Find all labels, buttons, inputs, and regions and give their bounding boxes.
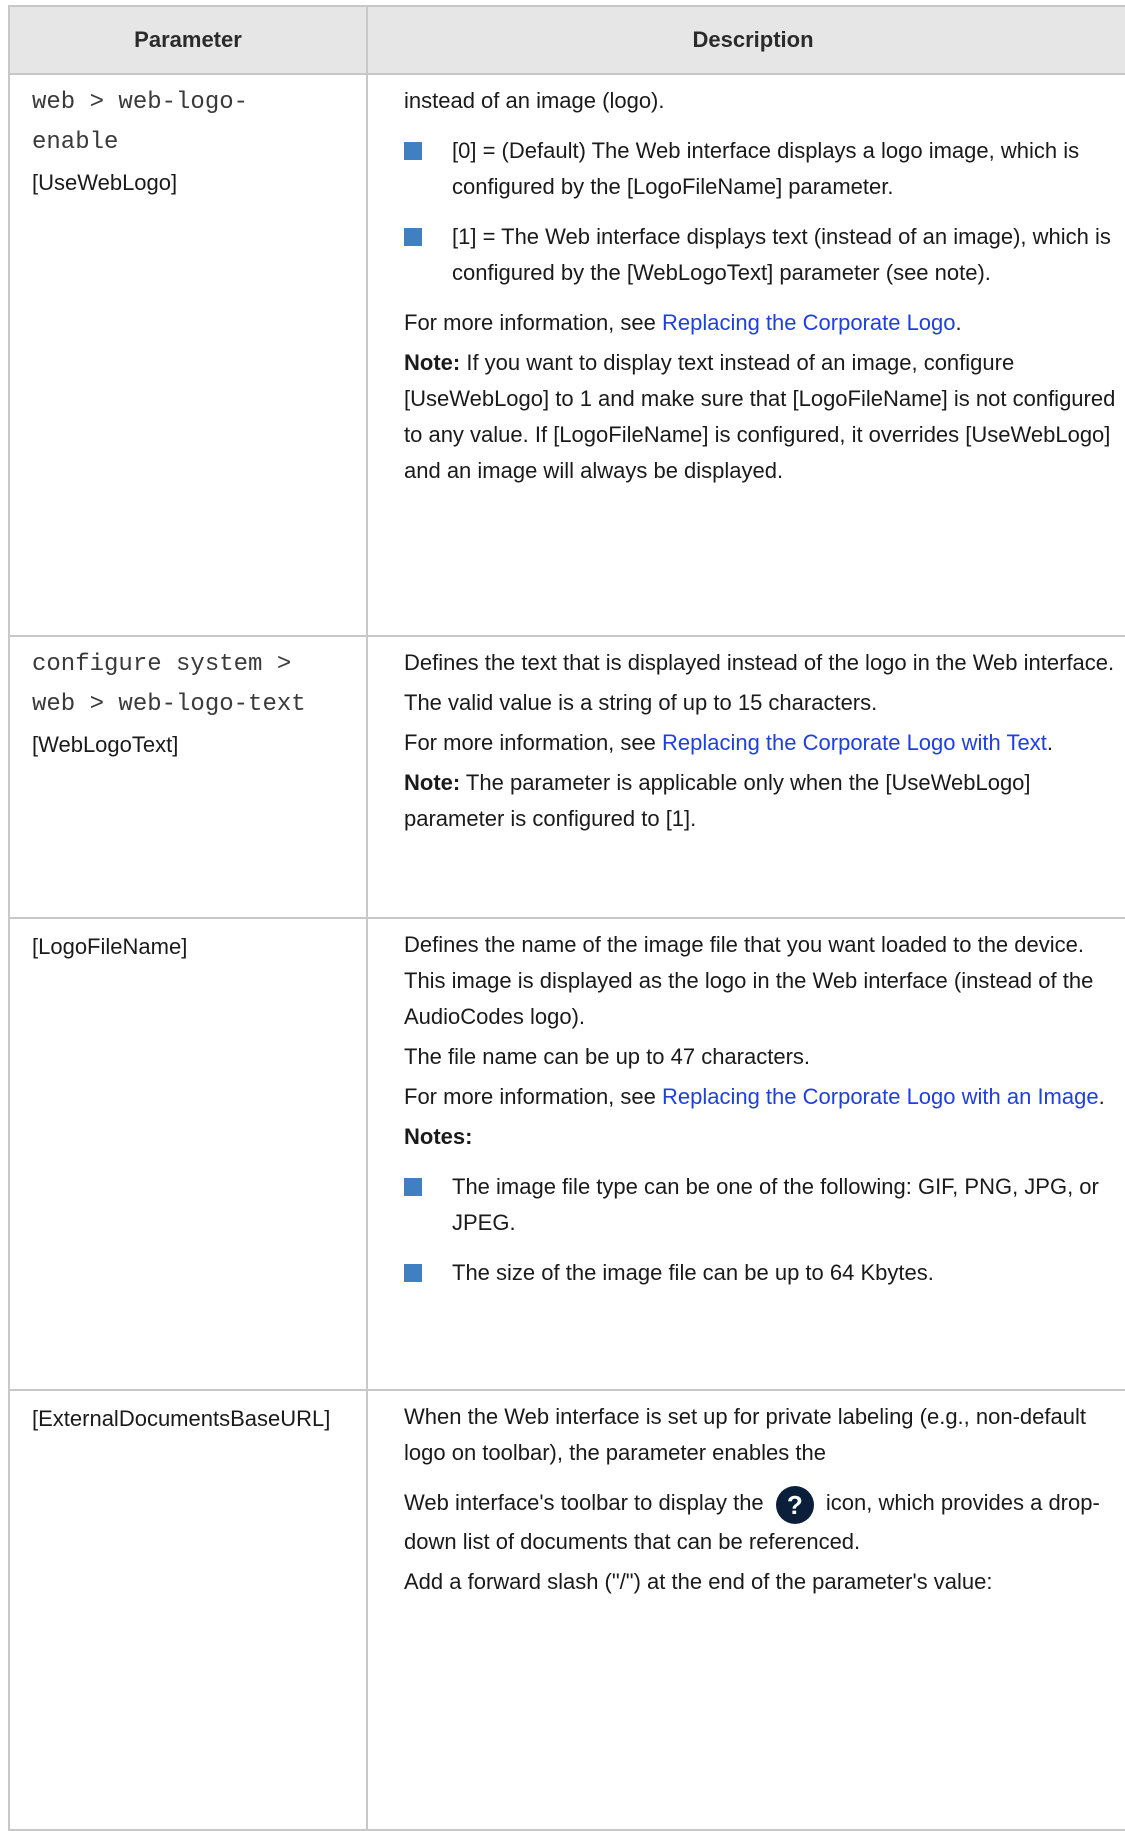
description-text: Add a forward slash ("/") at the end of … <box>404 1569 993 1594</box>
table-row: [LogoFileName] Defines the name of the i… <box>8 917 1125 1391</box>
description-text: instead of an image (logo). <box>404 88 665 113</box>
doc-link[interactable]: Replacing the Corporate Logo with Text <box>662 730 1047 755</box>
description-text: Defines the text that is displayed inste… <box>404 650 1115 675</box>
cli-command-line: configure system > <box>32 651 292 678</box>
help-question-icon: ? <box>775 1486 814 1524</box>
bullet-square-icon <box>404 142 422 160</box>
list-item: The size of the image file can be up to … <box>404 1255 1116 1291</box>
parameter-name: [UseWebLogo] <box>32 170 178 195</box>
description-cell: instead of an image (logo). [0] = (Defau… <box>366 73 1125 637</box>
notes-heading: Notes: <box>404 1124 473 1149</box>
more-info-text: For more information, see Replacing the … <box>404 1084 1105 1109</box>
cli-command-line: enable <box>32 129 119 156</box>
table-row: web > web-logo- enable [UseWebLogo] inst… <box>8 73 1125 637</box>
list-item: The image file type can be one of the fo… <box>404 1169 1116 1241</box>
doc-link[interactable]: Replacing the Corporate Logo with an Ima… <box>662 1084 1099 1109</box>
parameter-name: [LogoFileName] <box>32 934 188 959</box>
cli-command-line: web > web-logo- <box>32 89 249 116</box>
doc-link[interactable]: Replacing the Corporate Logo <box>662 310 956 335</box>
description-text: When the Web interface is set up for pri… <box>404 1404 1086 1465</box>
header-description: Description <box>366 5 1125 75</box>
parameter-cell: [LogoFileName] <box>8 917 368 1391</box>
parameter-name: [ExternalDocumentsBaseURL] <box>32 1406 331 1431</box>
bullet-square-icon <box>404 228 422 246</box>
note-text: Note: If you want to display text instea… <box>404 350 1116 483</box>
more-info-text: For more information, see Replacing the … <box>404 730 1053 755</box>
description-text: Web interface's toolbar to display the ?… <box>404 1485 1116 1560</box>
parameter-cell: [ExternalDocumentsBaseURL] <box>8 1389 368 1831</box>
note-text: Note: The parameter is applicable only w… <box>404 770 1031 831</box>
table-header-row: Parameter Description <box>8 5 1125 75</box>
list-item: [1] = The Web interface displays text (i… <box>404 219 1116 291</box>
description-text: Defines the name of the image file that … <box>404 932 1094 1029</box>
description-cell: Defines the name of the image file that … <box>366 917 1125 1391</box>
bullet-square-icon <box>404 1178 422 1196</box>
parameter-name: [WebLogoText] <box>32 732 179 757</box>
bullet-square-icon <box>404 1264 422 1282</box>
parameter-table: Parameter Description web > web-logo- en… <box>8 5 1125 1831</box>
description-text: The valid value is a string of up to 15 … <box>404 690 878 715</box>
header-parameter: Parameter <box>8 5 368 75</box>
more-info-text: For more information, see Replacing the … <box>404 310 962 335</box>
list-item: [0] = (Default) The Web interface displa… <box>404 133 1116 205</box>
parameter-cell: web > web-logo- enable [UseWebLogo] <box>8 73 368 637</box>
table-row: configure system > web > web-logo-text [… <box>8 635 1125 919</box>
cli-command-line: web > web-logo-text <box>32 691 306 718</box>
description-cell: When the Web interface is set up for pri… <box>366 1389 1125 1831</box>
description-text: The file name can be up to 47 characters… <box>404 1044 811 1069</box>
table-row: [ExternalDocumentsBaseURL] When the Web … <box>8 1389 1125 1831</box>
parameter-cell: configure system > web > web-logo-text [… <box>8 635 368 919</box>
description-cell: Defines the text that is displayed inste… <box>366 635 1125 919</box>
